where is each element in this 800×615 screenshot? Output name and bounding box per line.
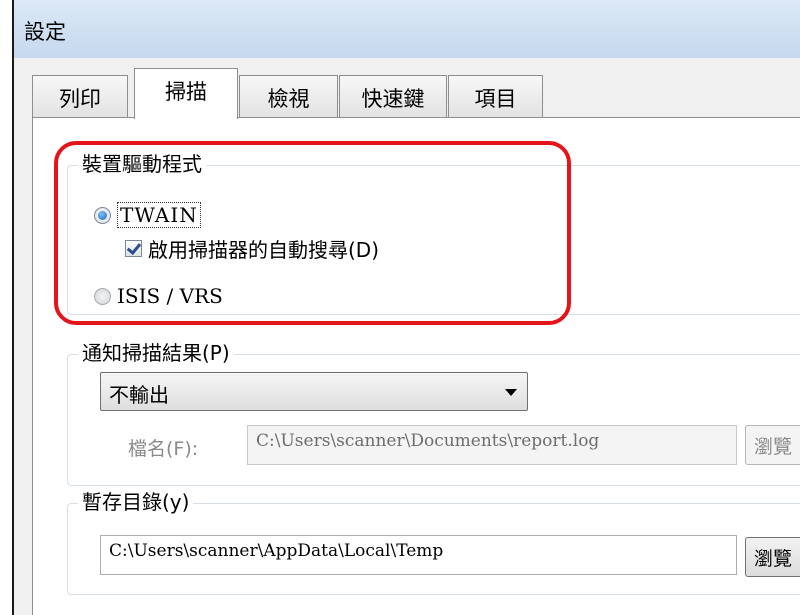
tab-strip: 列印 掃描 檢視 快速鍵 項目 — [14, 58, 800, 119]
temp-dir-legend: 暫存目錄(y) — [78, 489, 194, 515]
title-bar: 設定 — [14, 0, 800, 59]
filename-label: 檔名(F): — [128, 438, 199, 460]
temp-dir-field[interactable]: C:\Users\scanner\AppData\Local\Temp — [100, 535, 737, 575]
notify-output-select[interactable]: 不輸出 — [100, 372, 528, 411]
tab-print[interactable]: 列印 — [32, 75, 128, 118]
window-title: 設定 — [24, 20, 66, 44]
highlight-annotation — [54, 141, 571, 325]
temp-dir-browse-button[interactable]: 瀏覽 — [745, 537, 800, 577]
chevron-down-icon — [505, 389, 517, 396]
tab-view[interactable]: 檢視 — [239, 75, 338, 118]
tab-scan[interactable]: 掃描 — [134, 68, 238, 119]
filename-field[interactable]: C:\Users\scanner\Documents\report.log — [247, 425, 737, 465]
filename-browse-button[interactable]: 瀏覽 — [745, 425, 800, 465]
notify-legend: 通知掃描結果(P) — [78, 340, 234, 366]
settings-window: 設定 列印 掃描 檢視 快速鍵 項目 裝置驅動程式 TWAIN 啟用掃描器的自動… — [12, 0, 800, 615]
tab-items[interactable]: 項目 — [448, 75, 543, 118]
tab-shortcuts[interactable]: 快速鍵 — [339, 75, 447, 118]
notify-output-value: 不輸出 — [109, 383, 169, 407]
